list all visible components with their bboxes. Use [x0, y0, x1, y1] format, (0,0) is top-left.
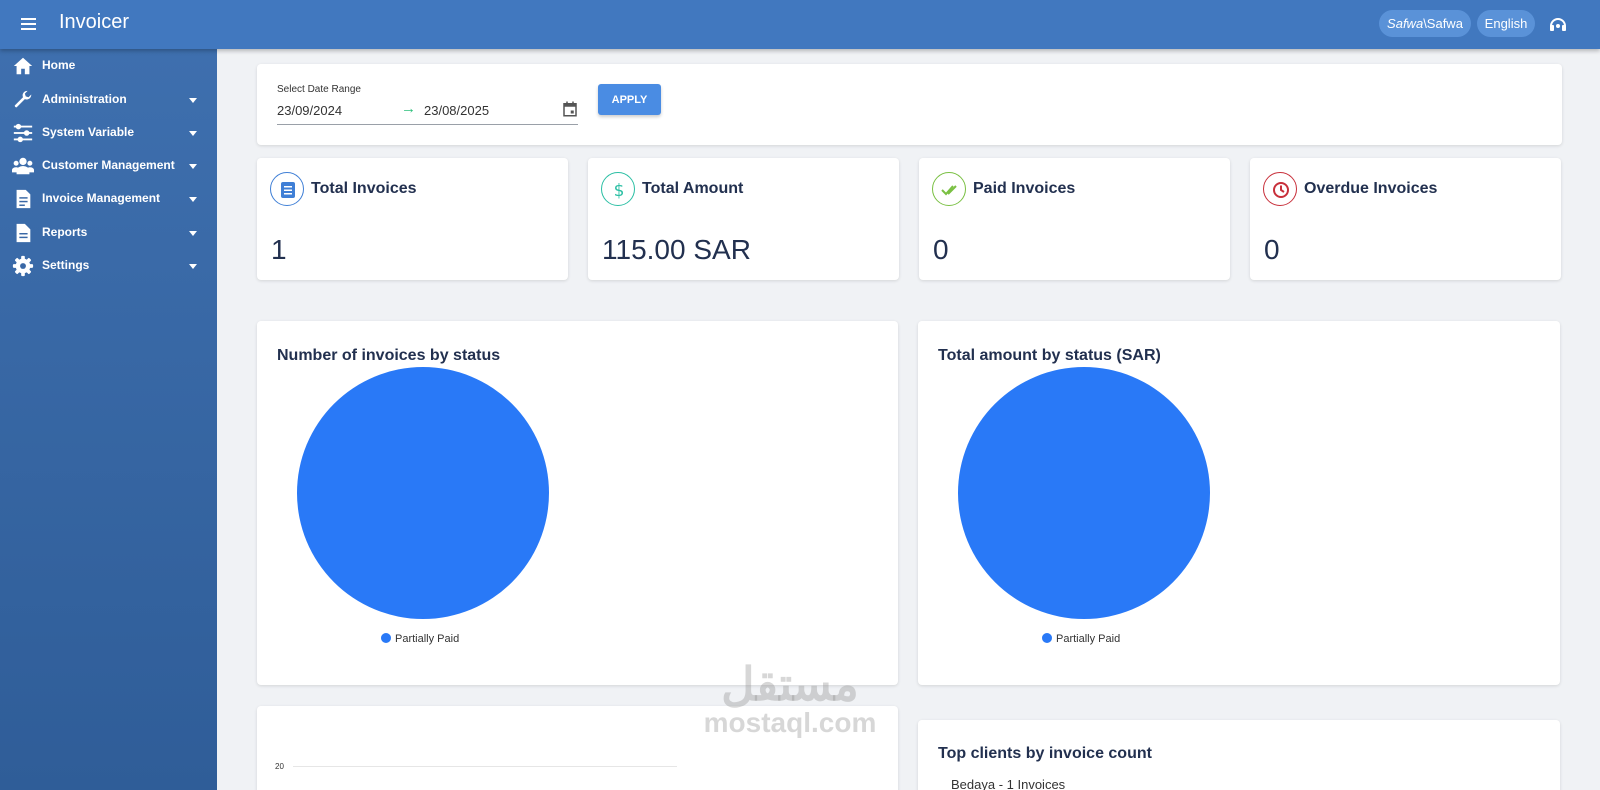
chart-card-amount-by-status: Total amount by status (SAR) Partially P… [918, 321, 1560, 685]
stat-value: 0 [1264, 234, 1280, 265]
stat-value: 115.00 SAR [602, 234, 751, 265]
pie-slice-partially-paid[interactable] [958, 367, 1210, 619]
chevron-down-icon [189, 131, 197, 136]
chevron-down-icon [189, 197, 197, 202]
top-clients-title: Top clients by invoice count [938, 745, 1152, 762]
sliders-icon [13, 123, 33, 143]
top-clients-card: Top clients by invoice count Bedaya - 1 … [918, 720, 1560, 790]
report-file-icon [16, 223, 31, 243]
apply-button[interactable]: APPLY [598, 84, 661, 115]
support-headset-icon[interactable] [1547, 13, 1569, 35]
legend-swatch [1042, 633, 1052, 643]
sidebar-item-invoice-management[interactable]: Invoice Management [0, 184, 217, 214]
sidebar-item-label: Administration [42, 92, 127, 106]
chevron-down-icon [189, 164, 197, 169]
double-check-icon [932, 172, 966, 206]
pie-chart-amount-by-status [958, 367, 1210, 619]
list-item: Bedaya - 1 Invoices [951, 777, 1066, 790]
sidebar-item-label: Customer Management [42, 158, 175, 172]
stat-value: 1 [271, 234, 287, 265]
stat-title: Overdue Invoices [1304, 180, 1438, 197]
y-axis-tick: 20 [275, 762, 284, 771]
legend-label: Partially Paid [1056, 633, 1121, 645]
sidebar-item-administration[interactable]: Administration [0, 85, 217, 115]
user-domain: Safwa [1387, 16, 1424, 31]
stat-card-overdue-invoices: Overdue Invoices 0 [1250, 158, 1561, 280]
hamburger-menu-icon[interactable] [18, 13, 40, 35]
stat-title: Total Amount [642, 180, 744, 197]
wrench-icon [14, 90, 32, 108]
pie-slice-partially-paid[interactable] [297, 367, 549, 619]
sidebar: Home Administration System Variable Cust… [0, 49, 217, 790]
home-icon [13, 57, 33, 75]
stat-value: 0 [933, 234, 949, 265]
chart-card-bar-partial: 20 [257, 706, 898, 790]
user-name: \Safwa [1423, 16, 1463, 31]
language-button[interactable]: English [1477, 10, 1535, 37]
invoice-file-icon [16, 189, 31, 209]
stat-card-total-amount: $ Total Amount 115.00 SAR [588, 158, 899, 280]
chevron-down-icon [189, 231, 197, 236]
list-icon [270, 172, 304, 206]
sidebar-item-label: Invoice Management [42, 191, 161, 205]
legend-swatch [381, 633, 391, 643]
sidebar-item-home[interactable]: Home [0, 51, 217, 81]
sidebar-item-label: Reports [42, 225, 88, 239]
pie-chart-invoices-by-status [297, 367, 549, 619]
stat-card-paid-invoices: Paid Invoices 0 [919, 158, 1230, 280]
dollar-icon: $ [601, 172, 635, 206]
chevron-down-icon [189, 264, 197, 269]
sidebar-item-system-variable[interactable]: System Variable [0, 118, 217, 148]
sidebar-item-label: Home [42, 58, 76, 72]
user-account-button[interactable]: Safwa\Safwa [1379, 10, 1471, 37]
start-date-input[interactable]: 23/09/2024 [277, 103, 342, 118]
users-icon [12, 157, 34, 175]
date-range-filter-card: Select Date Range 23/09/2024 → 23/08/202… [257, 64, 1562, 145]
app-title: Invoicer [59, 11, 130, 33]
date-range-label: Select Date Range [277, 84, 361, 95]
sidebar-item-reports[interactable]: Reports [0, 218, 217, 248]
chart-legend: Partially Paid [1042, 633, 1120, 645]
chevron-down-icon [189, 98, 197, 103]
sidebar-item-customer-management[interactable]: Customer Management [0, 151, 217, 181]
stat-card-total-invoices: Total Invoices 1 [257, 158, 568, 280]
date-range-underline [277, 124, 578, 125]
calendar-icon[interactable] [561, 100, 579, 118]
sidebar-item-label: System Variable [42, 125, 135, 139]
arrow-right-icon: → [401, 100, 416, 117]
clock-icon [1263, 172, 1297, 206]
sidebar-item-settings[interactable]: Settings [0, 251, 217, 281]
gear-icon [12, 255, 34, 277]
chart-legend: Partially Paid [381, 633, 459, 645]
top-app-bar: Invoicer Safwa\Safwa English [0, 0, 1600, 49]
end-date-input[interactable]: 23/08/2025 [424, 103, 489, 118]
chart-card-invoices-by-status: Number of invoices by status Partially P… [257, 321, 898, 685]
stat-title: Paid Invoices [973, 180, 1076, 197]
sidebar-item-label: Settings [42, 258, 90, 272]
svg-text:$: $ [614, 181, 625, 199]
legend-label: Partially Paid [395, 633, 460, 645]
chart-title: Number of invoices by status [277, 347, 501, 364]
gridline [293, 766, 677, 767]
chart-title: Total amount by status (SAR) [938, 347, 1161, 364]
stat-title: Total Invoices [311, 180, 417, 197]
